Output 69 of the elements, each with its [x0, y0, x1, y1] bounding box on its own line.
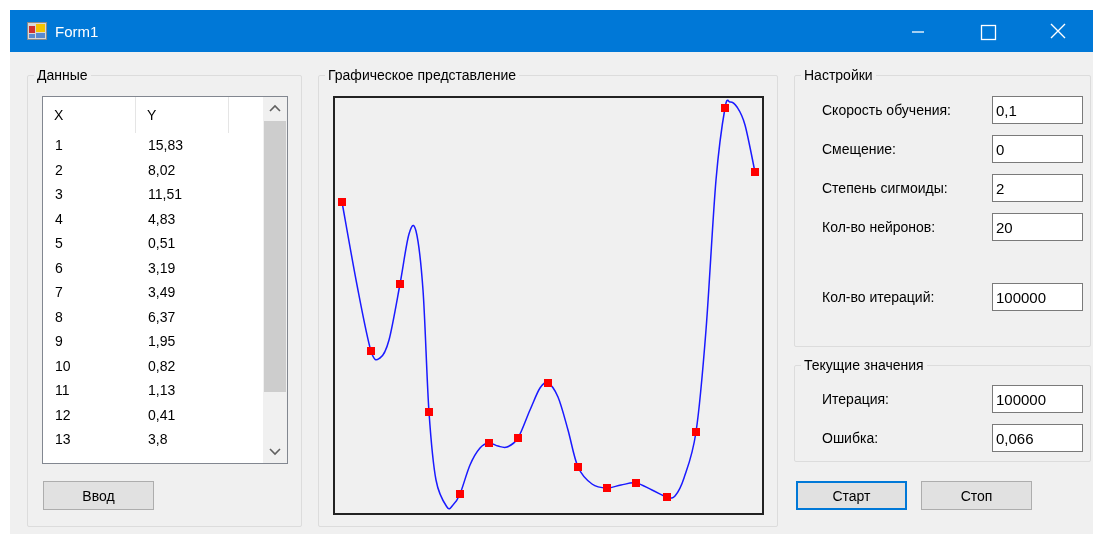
data-point: [425, 408, 433, 416]
column-header[interactable]: Y: [136, 97, 229, 133]
field-label: Степень сигмоиды:: [822, 180, 948, 196]
field-label: Смещение:: [822, 141, 896, 157]
group-title: Настройки: [803, 67, 874, 83]
scrollbar[interactable]: [263, 97, 287, 463]
data-point: [632, 479, 640, 487]
table-cell-text: 7: [54, 284, 64, 301]
table-cell-text: 10: [54, 357, 72, 374]
data-point: [544, 379, 552, 387]
table-cell-text: 9: [54, 333, 64, 350]
window-title: Form1: [55, 22, 100, 40]
input-field[interactable]: 0,066: [992, 424, 1083, 452]
table-cell-text: 4: [54, 210, 64, 227]
input-field[interactable]: 100000: [992, 283, 1083, 311]
table-cell-text: 5: [54, 235, 64, 252]
start-button[interactable]: Старт: [796, 481, 907, 510]
table-cell-text: 1: [54, 137, 64, 154]
field-label: Кол-во нейронов:: [822, 219, 936, 235]
table-cell-text: 8,02: [147, 161, 176, 178]
form-icon: [27, 22, 47, 40]
table-cell-text: 2: [54, 161, 64, 178]
stop-button[interactable]: Стоп: [921, 481, 1032, 510]
field-label: Кол-во итераций:: [822, 289, 935, 305]
input-field[interactable]: 0,1: [992, 96, 1083, 124]
table-cell-text: 3,49: [147, 284, 176, 301]
table-cell-text: 11: [54, 382, 71, 399]
data-point: [603, 484, 611, 492]
input-field[interactable]: 0: [992, 135, 1083, 163]
input-field[interactable]: 2: [992, 174, 1083, 202]
data-point: [663, 493, 671, 501]
table-cell-text: 6: [54, 259, 64, 276]
table-cell-text: 15,83: [147, 137, 184, 154]
table-cell-text: 13: [54, 431, 72, 448]
data-point: [396, 280, 404, 288]
data-point: [367, 347, 375, 355]
input-button[interactable]: Ввод: [43, 481, 154, 510]
data-point: [721, 104, 729, 112]
table-cell-text: 0,41: [147, 406, 176, 423]
data-point: [514, 434, 522, 442]
table-cell-text: 4,83: [147, 210, 176, 227]
data-point: [485, 439, 493, 447]
data-point: [692, 428, 700, 436]
table-cell-text: 3,8: [147, 431, 168, 448]
table-cell-text: 12: [54, 406, 72, 423]
field-label: Скорость обучения:: [822, 102, 951, 118]
table-cell-text: 8: [54, 308, 64, 325]
group-title: Данные: [36, 67, 89, 83]
table-cell-text: 6,37: [147, 308, 176, 325]
data-point: [456, 490, 464, 498]
data-point: [338, 198, 346, 206]
data-list[interactable]: X Y 1 15,83 2 8,02 3 11,51 4 4,83 5 0,51 6 3,19 7 3,49 8 6,37 9 1,95 10 0,82 11 1,13 12 0,41 13 3,8: [42, 96, 288, 464]
table-cell-text: 3: [54, 186, 64, 203]
field-label: Ошибка:: [822, 430, 879, 446]
data-point: [574, 463, 582, 471]
table-cell-text: 1,95: [147, 333, 176, 350]
group-title: Графическое представление: [327, 67, 517, 83]
input-field[interactable]: 20: [992, 213, 1083, 241]
input-field[interactable]: 100000: [992, 385, 1083, 413]
column-header[interactable]: X: [43, 97, 136, 133]
table-cell-text: 0,51: [147, 235, 176, 252]
data-point: [751, 168, 759, 176]
scroll-thumb[interactable]: [264, 121, 286, 392]
group-title: Текущие значения: [803, 357, 925, 373]
field-label: Итерация:: [822, 391, 889, 407]
table-cell-text: 0,82: [147, 357, 176, 374]
table-cell-text: 3,19: [147, 259, 176, 276]
table-cell-text: 1,13: [147, 382, 176, 399]
table-cell-text: 11,51: [147, 186, 182, 203]
